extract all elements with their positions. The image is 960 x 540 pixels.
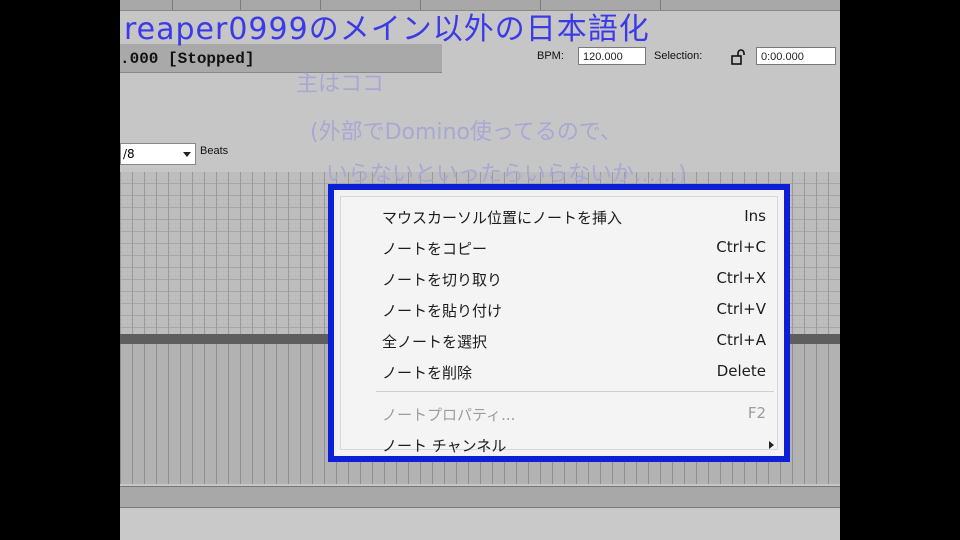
beats-label: Beats xyxy=(200,145,229,157)
menu-item-shortcut: Ctrl+A xyxy=(716,331,766,349)
menu-item-select-all-notes[interactable]: 全ノートを選択 Ctrl+A xyxy=(382,328,766,352)
overlay-note-1: 主はココ xyxy=(296,72,385,97)
beats-value: /8 xyxy=(123,147,135,161)
menu-item-label: ノートをコピー xyxy=(382,240,488,258)
chevron-down-icon xyxy=(183,152,191,157)
overlay-note-2: (外部でDomino使ってるので、 xyxy=(310,120,622,145)
menu-item-shortcut: Ins xyxy=(744,207,766,225)
menu-item-insert-note[interactable]: マウスカーソル位置にノートを挿入 Ins xyxy=(382,204,766,228)
menu-item-note-properties: ノートプロパティ... F2 xyxy=(382,401,766,425)
video-title-overlay: reaper0999のメイン以外の日本語化 xyxy=(124,12,650,47)
menu-item-label: ノート チャンネル xyxy=(382,437,507,455)
selection-label: Selection: xyxy=(654,50,703,62)
menu-item-label: ノートを削除 xyxy=(382,364,473,382)
menu-item-cut-notes[interactable]: ノートを切り取り Ctrl+X xyxy=(382,266,766,290)
bpm-label: BPM: xyxy=(537,50,564,62)
bottom-panel xyxy=(120,508,840,540)
menu-item-shortcut: F2 xyxy=(747,404,766,422)
chevron-right-icon xyxy=(769,441,774,449)
menu-item-label: 全ノートを選択 xyxy=(382,333,488,351)
selection-input[interactable]: 0:00.000 xyxy=(756,47,836,65)
menu-item-shortcut: Ctrl+C xyxy=(716,238,766,256)
menu-item-note-channel[interactable]: ノート チャンネル xyxy=(382,432,774,456)
menu-item-copy-notes[interactable]: ノートをコピー Ctrl+C xyxy=(382,235,766,259)
menu-item-label: ノートを切り取り xyxy=(382,271,503,289)
bpm-input[interactable]: 120.000 xyxy=(578,47,646,65)
menu-item-label: ノートプロパティ... xyxy=(382,406,516,424)
horizontal-scrollbar[interactable] xyxy=(120,486,840,508)
menu-separator xyxy=(376,391,774,392)
menu-item-label: マウスカーソル位置にノートを挿入 xyxy=(382,209,623,227)
menu-item-delete-notes[interactable]: ノートを削除 Delete xyxy=(382,359,766,383)
unlock-icon[interactable] xyxy=(731,49,747,65)
reaper-midi-editor-screen: .000 [Stopped] BPM: 120.000 Selection: 0… xyxy=(120,0,840,540)
context-menu: マウスカーソル位置にノートを挿入 Ins ノートをコピー Ctrl+C ノートを… xyxy=(328,184,790,462)
menu-item-shortcut: Delete xyxy=(716,362,766,380)
time-status: .000 [Stopped] xyxy=(120,50,255,68)
menu-item-shortcut: Ctrl+X xyxy=(716,269,766,287)
menu-item-shortcut: Ctrl+V xyxy=(716,300,766,318)
beats-dropdown[interactable]: /8 xyxy=(120,143,196,165)
menu-item-label: ノートを貼り付け xyxy=(382,302,503,320)
menu-item-paste-notes[interactable]: ノートを貼り付け Ctrl+V xyxy=(382,297,766,321)
